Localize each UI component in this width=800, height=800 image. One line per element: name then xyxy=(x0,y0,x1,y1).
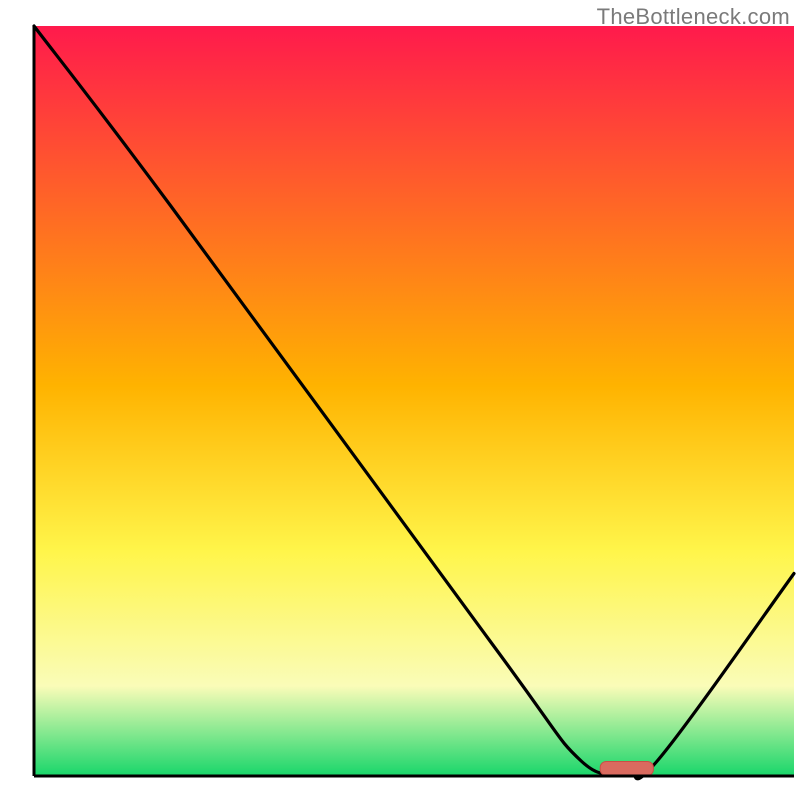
chart-container: TheBottleneck.com xyxy=(0,0,800,800)
optimum-marker xyxy=(600,762,653,776)
plot-background xyxy=(34,26,794,776)
chart-svg xyxy=(0,0,800,800)
